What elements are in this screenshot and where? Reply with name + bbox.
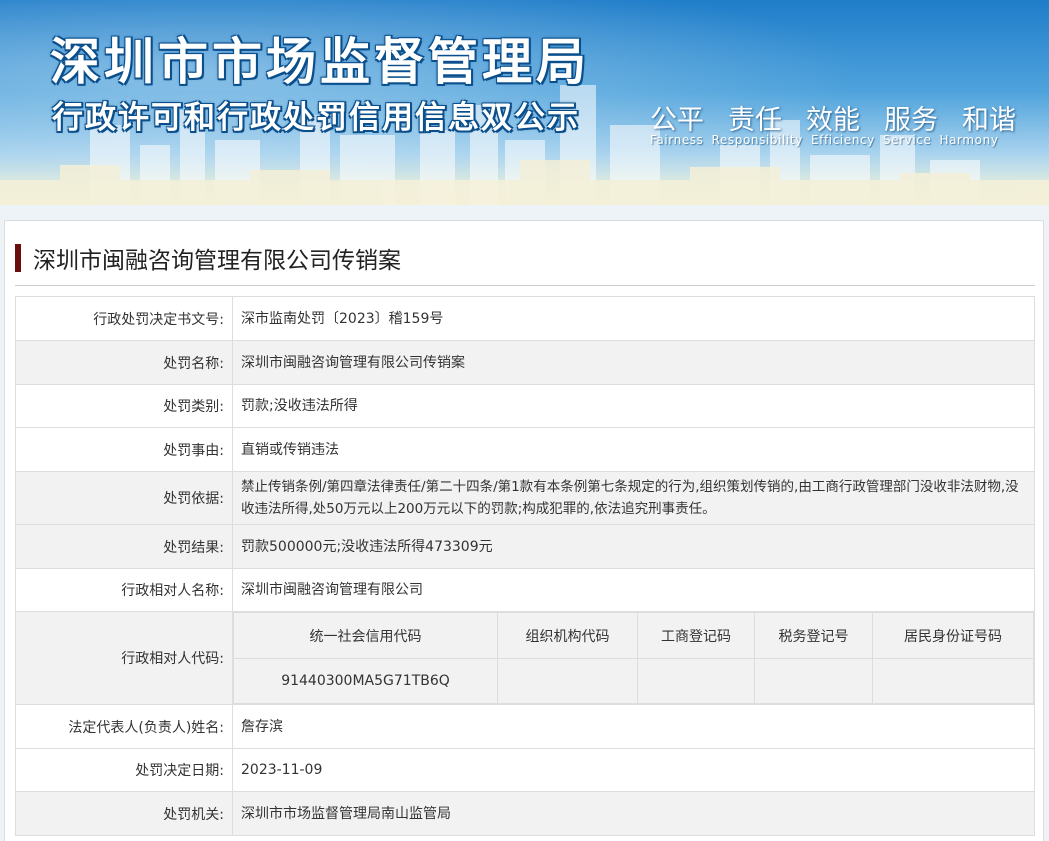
code-header-org: 组织机构代码	[497, 612, 638, 659]
party-code-table: 统一社会信用代码 组织机构代码 工商登记码 税务登记号 居民身份证号码 9144…	[233, 612, 1034, 704]
party-name-label: 行政相对人名称:	[15, 568, 233, 612]
legal-rep-label: 法定代表人(负责人)姓名:	[15, 704, 233, 749]
slogan-en-2: Responsibility	[711, 133, 803, 147]
table-row: 行政处罚决定书文号: 深市监南处罚〔2023〕稽159号	[15, 296, 1035, 341]
table-row: 处罚机关: 深圳市市场监督管理局南山监管局	[15, 791, 1035, 836]
code-header-id-card: 居民身份证号码	[872, 612, 1034, 659]
slogan-cn-5: 和谐	[962, 105, 1016, 136]
slogan-en-5: Harmony	[939, 133, 999, 147]
code-value-id-card	[872, 658, 1034, 704]
title-accent-bar	[15, 244, 21, 272]
slogan-cn-1: 公平	[650, 105, 704, 136]
party-code-cell: 统一社会信用代码 组织机构代码 工商登记码 税务登记号 居民身份证号码 9144…	[232, 611, 1035, 705]
penalty-name-label: 处罚名称:	[15, 340, 233, 385]
result-label: 处罚结果:	[15, 524, 233, 569]
slogan-en-3: Efficiency	[810, 133, 875, 147]
table-row: 法定代表人(负责人)姓名: 詹存滨	[15, 704, 1035, 749]
header-banner: 深圳市市场监督管理局 行政许可和行政处罚信用信息双公示 公平 责任 效能 服务 …	[0, 0, 1049, 205]
penalty-info-table: 行政处罚决定书文号: 深市监南处罚〔2023〕稽159号 处罚名称: 深圳市闽融…	[15, 296, 1035, 836]
code-value-row: 91440300MA5G71TB6Q	[233, 658, 1034, 704]
slogan-en-1: Fairness	[650, 133, 704, 147]
table-row: 处罚名称: 深圳市闽融咨询管理有限公司传销案	[15, 340, 1035, 385]
slogans-en: Fairness Responsibility Efficiency Servi…	[650, 133, 999, 147]
table-row: 处罚类别: 罚款;没收违法所得	[15, 384, 1035, 428]
doc-no-label: 行政处罚决定书文号:	[15, 296, 233, 341]
code-header-row: 统一社会信用代码 组织机构代码 工商登记码 税务登记号 居民身份证号码	[233, 612, 1034, 659]
table-row: 行政相对人代码: 统一社会信用代码 组织机构代码 工商登记码 税务登记号 居民身…	[15, 611, 1035, 705]
reason-value: 直销或传销违法	[232, 427, 1035, 472]
slogan-cn-2: 责任	[728, 105, 782, 136]
decision-date-label: 处罚决定日期:	[15, 748, 233, 792]
table-row: 处罚事由: 直销或传销违法	[15, 427, 1035, 472]
code-header-credit: 统一社会信用代码	[233, 612, 498, 659]
code-value-org	[497, 658, 638, 704]
legal-rep-value: 詹存滨	[232, 704, 1035, 749]
category-label: 处罚类别:	[15, 384, 233, 428]
code-value-credit: 91440300MA5G71TB6Q	[233, 658, 498, 704]
result-value: 罚款500000元;没收违法所得473309元	[232, 524, 1035, 569]
penalty-name-value: 深圳市闽融咨询管理有限公司传销案	[232, 340, 1035, 385]
basis-label: 处罚依据:	[15, 471, 233, 525]
slogan-cn-4: 服务	[884, 105, 938, 136]
code-value-biz-reg	[637, 658, 755, 704]
table-row: 处罚依据: 禁止传销条例/第四章法律责任/第二十四条/第1款有本条例第七条规定的…	[15, 471, 1035, 525]
site-title: 深圳市市场监督管理局	[50, 33, 590, 91]
slogans-cn: 公平 责任 效能 服务 和谐	[650, 98, 1016, 137]
party-code-label: 行政相对人代码:	[15, 611, 233, 705]
authority-value: 深圳市市场监督管理局南山监管局	[232, 791, 1035, 836]
table-row: 行政相对人名称: 深圳市闽融咨询管理有限公司	[15, 568, 1035, 612]
case-title-text: 深圳市闽融咨询管理有限公司传销案	[33, 248, 401, 274]
doc-no-value: 深市监南处罚〔2023〕稽159号	[232, 296, 1035, 341]
site-subtitle: 行政许可和行政处罚信用信息双公示	[52, 100, 580, 136]
reason-label: 处罚事由:	[15, 427, 233, 472]
basis-value: 禁止传销条例/第四章法律责任/第二十四条/第1款有本条例第七条规定的行为,组织策…	[232, 471, 1035, 525]
code-value-tax	[754, 658, 873, 704]
authority-label: 处罚机关:	[15, 791, 233, 836]
party-name-value: 深圳市闽融咨询管理有限公司	[232, 568, 1035, 612]
content-panel: 深圳市闽融咨询管理有限公司传销案 行政处罚决定书文号: 深市监南处罚〔2023〕…	[4, 220, 1044, 841]
table-row: 处罚决定日期: 2023-11-09	[15, 748, 1035, 792]
case-title: 深圳市闽融咨询管理有限公司传销案	[15, 244, 401, 274]
code-header-biz-reg: 工商登记码	[637, 612, 755, 659]
slogan-en-4: Service	[882, 133, 932, 147]
code-header-tax: 税务登记号	[754, 612, 873, 659]
title-divider	[15, 285, 1035, 286]
decision-date-value: 2023-11-09	[232, 748, 1035, 792]
table-row: 处罚结果: 罚款500000元;没收违法所得473309元	[15, 524, 1035, 569]
category-value: 罚款;没收违法所得	[232, 384, 1035, 428]
slogan-cn-3: 效能	[806, 105, 860, 136]
